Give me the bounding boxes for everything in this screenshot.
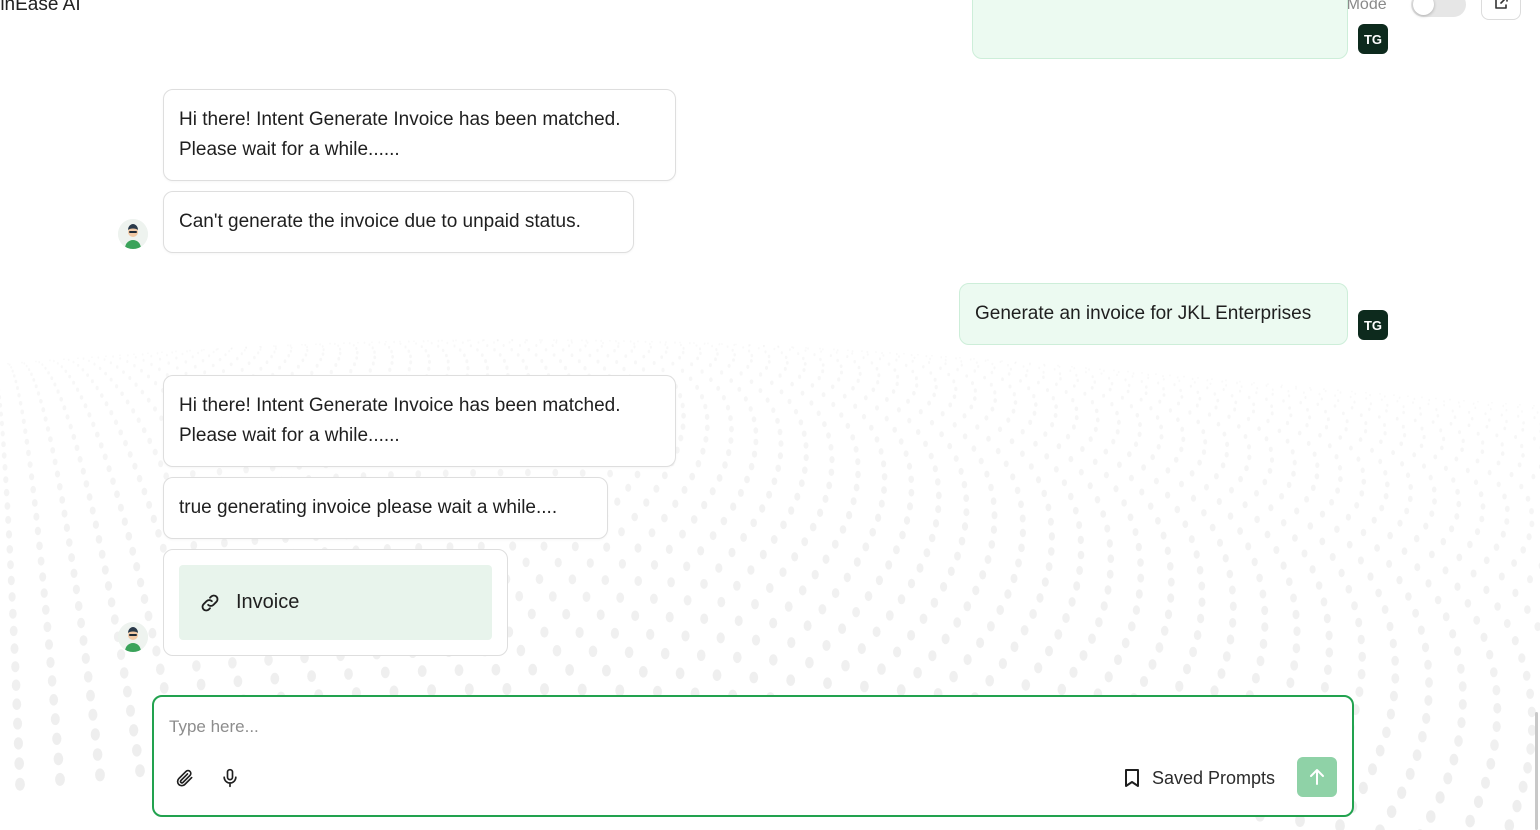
invoice-link[interactable]: Invoice xyxy=(179,565,492,640)
microphone-button[interactable] xyxy=(217,765,243,791)
bot-avatar xyxy=(118,622,148,652)
user-avatar: TG xyxy=(1358,24,1388,54)
message-input[interactable] xyxy=(169,713,1269,741)
bot-message: true generating invoice please wait a wh… xyxy=(163,477,608,539)
message-composer: Saved Prompts xyxy=(152,695,1354,817)
saved-prompts-button[interactable]: Saved Prompts xyxy=(1124,765,1275,791)
invoice-link-label: Invoice xyxy=(236,591,300,613)
user-avatar: TG xyxy=(1358,310,1388,340)
bot-message: Can't generate the invoice due to unpaid… xyxy=(163,191,634,253)
microphone-icon xyxy=(223,768,237,788)
arrow-up-icon xyxy=(1310,769,1324,785)
app-root: rinEase AI Debug Mode TG Hi there! Inten… xyxy=(0,0,1540,830)
bot-avatar xyxy=(118,219,148,249)
send-button[interactable] xyxy=(1297,757,1337,797)
bot-avatar-icon xyxy=(118,219,148,249)
user-message-partial xyxy=(972,0,1348,59)
bot-avatar-icon xyxy=(118,622,148,652)
attach-button[interactable] xyxy=(172,765,198,791)
bookmark-icon xyxy=(1125,769,1139,787)
user-message: Generate an invoice for JKL Enterprises xyxy=(959,283,1348,345)
link-icon xyxy=(201,594,219,611)
scrollbar[interactable] xyxy=(1535,712,1538,830)
bot-message: Hi there! Intent Generate Invoice has be… xyxy=(163,89,676,181)
bot-message: Hi there! Intent Generate Invoice has be… xyxy=(163,375,676,467)
invoice-card: Invoice xyxy=(163,549,508,656)
saved-prompts-label: Saved Prompts xyxy=(1152,767,1276,788)
paperclip-icon xyxy=(176,769,193,787)
